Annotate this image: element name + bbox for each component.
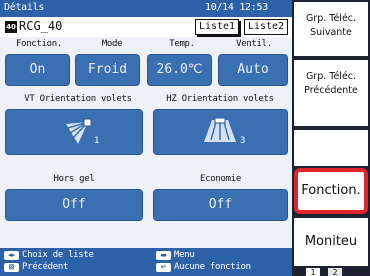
settings-grid: Fonction. Mode Temp. Ventil. On Froid 26… bbox=[0, 37, 292, 248]
datetime: 10/14 12:53 bbox=[205, 2, 268, 13]
temp-label: Temp. bbox=[169, 39, 195, 49]
menu-icon: ▬ bbox=[156, 251, 171, 260]
hz-label: HZ Orientation volets bbox=[166, 94, 274, 104]
list-choice-hint: Choix de liste bbox=[22, 250, 94, 260]
enter-icon: ↵ bbox=[156, 263, 171, 272]
prev-group-button[interactable]: Grp. Téléc. Précédente bbox=[294, 60, 368, 126]
left-right-arrows-icon: ◂▸ bbox=[4, 251, 19, 260]
horizontal-louver-icon bbox=[202, 117, 238, 146]
vt-louver-button[interactable]: 1 bbox=[5, 109, 143, 155]
eco-button[interactable]: Off bbox=[153, 189, 288, 221]
side-panel: Grp. Téléc. Suivante Grp. Téléc. Précéde… bbox=[292, 0, 370, 276]
hz-louver-button[interactable]: 3 bbox=[153, 109, 288, 155]
mode-label: Mode bbox=[101, 39, 123, 49]
vt-label: VT Orientation volets bbox=[24, 94, 132, 104]
function-label: Fonction. bbox=[15, 39, 63, 49]
page-1[interactable]: 1 bbox=[306, 268, 320, 276]
footer-bar: ◂▸ Choix de liste ⊠ Précédent ▬ Menu ↵ A… bbox=[0, 248, 292, 276]
eco-label: Economie bbox=[200, 174, 241, 184]
menu-hint: Menu bbox=[174, 250, 195, 260]
function-tab[interactable]: Fonction. bbox=[294, 168, 368, 214]
frost-label: Hors gel bbox=[53, 174, 95, 184]
fan-label: Ventil. bbox=[236, 39, 272, 49]
hz-level: 3 bbox=[240, 136, 246, 146]
page-2[interactable]: 2 bbox=[328, 268, 342, 276]
back-icon: ⊠ bbox=[4, 263, 19, 272]
temp-button[interactable]: 26.0℃ bbox=[147, 54, 212, 86]
list1-button[interactable]: Liste1 bbox=[195, 19, 239, 35]
title-bar: Détails 10/14 12:53 bbox=[0, 0, 292, 17]
mode-button[interactable]: Froid bbox=[75, 54, 140, 86]
previous-hint: Précédent bbox=[22, 262, 69, 272]
function-button[interactable]: On bbox=[5, 54, 70, 86]
unit-number-badge: 40 bbox=[5, 21, 17, 33]
unit-row: 40 RCG_40 Liste1 Liste2 bbox=[0, 17, 292, 37]
next-group-button[interactable]: Grp. Téléc. Suivante bbox=[294, 2, 368, 56]
no-function-hint: Aucune fonction bbox=[174, 262, 251, 272]
vt-level: 1 bbox=[94, 136, 100, 146]
details-panel: Détails 10/14 12:53 40 RCG_40 Liste1 Lis… bbox=[0, 0, 292, 276]
side-blank bbox=[294, 130, 368, 166]
page-title: Détails bbox=[4, 2, 45, 13]
unit-name: RCG_40 bbox=[19, 19, 63, 33]
list2-button[interactable]: Liste2 bbox=[244, 19, 288, 35]
frost-button[interactable]: Off bbox=[5, 189, 143, 221]
fan-button[interactable]: Auto bbox=[218, 54, 288, 86]
monitor-tab[interactable]: Moniteu bbox=[294, 218, 368, 266]
vertical-louver-icon bbox=[62, 116, 92, 146]
